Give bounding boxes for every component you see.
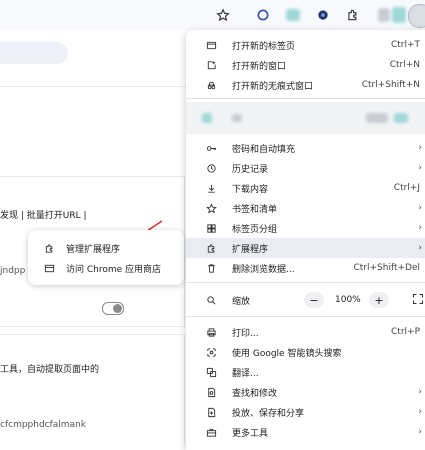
chevron-right-icon: › (418, 427, 422, 437)
key-icon (204, 141, 218, 155)
extensions-submenu: 管理扩展程序 访问 Chrome 应用商店 (28, 230, 184, 285)
extension-dark-icon[interactable] (314, 6, 332, 24)
card-border (0, 334, 185, 335)
menu-separator (186, 316, 425, 317)
menu-google-lens[interactable]: 使用 Google 智能镜头搜索 (186, 342, 425, 362)
menu-separator (186, 98, 425, 99)
menu-label: 投放、保存和分享 (232, 408, 305, 419)
menu-new-window[interactable]: 打开新的窗口 Ctrl+N (186, 55, 425, 75)
blurred-toolbar-item (392, 7, 406, 23)
card-text: 发现 | 批量打开URL | (0, 211, 87, 221)
card-border (0, 326, 185, 327)
menu-translate[interactable]: 翻译... (186, 362, 425, 382)
tab-groups-icon (204, 221, 218, 235)
file-share-icon (204, 405, 218, 419)
menu-new-tab[interactable]: 打开新的标签页 Ctrl+T (186, 35, 425, 55)
chevron-right-icon: › (418, 143, 422, 153)
menu-extensions[interactable]: 扩展程序 › (186, 238, 425, 258)
menu-downloads[interactable]: 下载内容 Ctrl+J (186, 178, 425, 198)
extension-blurred-icon[interactable] (286, 9, 300, 21)
store-icon (42, 261, 56, 275)
zoom-level: 100% (335, 295, 361, 305)
card-text: cfcmpphdcfalmank (0, 420, 87, 430)
zoom-icon (204, 293, 218, 307)
menu-passwords[interactable]: 密码和自动填充 › (186, 138, 425, 158)
incognito-icon (204, 78, 218, 92)
toggle-switch[interactable] (102, 302, 124, 315)
search-bar[interactable] (0, 42, 68, 64)
menu-bookmarks[interactable]: 书签和清单 › (186, 198, 425, 218)
divider (0, 86, 190, 87)
menu-cast-save-share[interactable]: 投放、保存和分享 › (186, 402, 425, 422)
menu-shortcut: Ctrl+J (393, 183, 420, 193)
menu-separator (186, 282, 425, 283)
chevron-right-icon: › (418, 223, 422, 233)
fullscreen-icon[interactable] (412, 293, 425, 307)
manage-extensions-item[interactable]: 管理扩展程序 (28, 238, 184, 258)
chrome-web-store-item[interactable]: 访问 Chrome 应用商店 (28, 258, 184, 278)
menu-label: 使用 Google 智能镜头搜索 (232, 348, 342, 359)
profile-avatar[interactable] (408, 4, 425, 28)
menu-tab-groups[interactable]: 标签页分组 › (186, 218, 425, 238)
menu-shortcut: Ctrl+T (390, 40, 420, 50)
menu-label: 密码和自动填充 (232, 144, 296, 155)
menu-shortcut: Ctrl+P (391, 327, 420, 337)
chevron-right-icon: › (418, 243, 422, 253)
puzzle-icon (42, 241, 56, 255)
chevron-right-icon: › (418, 163, 422, 173)
menu-label: 书签和清单 (232, 204, 278, 215)
find-icon (204, 385, 218, 399)
download-icon (204, 181, 218, 195)
menu-label: 标签页分组 (232, 224, 278, 235)
menu-label: 缩放 (232, 296, 251, 307)
menu-label: 扩展程序 (232, 244, 269, 255)
new-tab-icon (204, 38, 218, 52)
card-border (184, 176, 185, 326)
card-border (184, 334, 185, 444)
zoom-out-button[interactable]: − (304, 292, 324, 308)
menu-shortcut: Ctrl+N (389, 60, 420, 70)
manage-extensions-label: 管理扩展程序 (66, 244, 121, 255)
browser-toolbar (0, 0, 425, 30)
chevron-right-icon: › (418, 387, 422, 397)
chevron-right-icon: › (418, 407, 422, 417)
star-icon (204, 201, 218, 215)
puzzle-icon[interactable] (344, 6, 362, 24)
menu-clear-browsing-data[interactable]: 删除浏览数据... Ctrl+Shift+Del (186, 258, 425, 278)
menu-label: 历史记录 (232, 164, 269, 175)
menu-print[interactable]: 打印... Ctrl+P (186, 322, 425, 342)
translate-icon (204, 365, 218, 379)
star-icon[interactable] (214, 6, 232, 24)
menu-more-tools[interactable]: 更多工具 › (186, 422, 425, 442)
card-text: jndpp (0, 266, 26, 276)
menu-label: 查找和修改 (232, 388, 278, 399)
zoom-in-button[interactable]: + (369, 292, 389, 308)
profile-row[interactable] (186, 102, 425, 134)
menu-shortcut: Ctrl+Shift+Del (353, 263, 420, 273)
menu-find-edit[interactable]: 查找和修改 › (186, 382, 425, 402)
trash-icon (204, 261, 218, 275)
menu-label: 更多工具 (232, 428, 269, 439)
chevron-right-icon: › (418, 203, 422, 213)
lens-icon (204, 345, 218, 359)
print-icon (204, 325, 218, 339)
new-window-icon (204, 58, 218, 72)
card-text: 工具，自动提取页面中的 (0, 365, 100, 375)
chrome-web-store-label: 访问 Chrome 应用商店 (66, 264, 162, 275)
extension-circle-icon[interactable] (254, 6, 272, 24)
puzzle-icon (204, 241, 218, 255)
menu-shortcut: Ctrl+Shift+N (361, 80, 420, 90)
chrome-main-menu: 打开新的标签页 Ctrl+T 打开新的窗口 Ctrl+N 打开新的无痕式窗口 C… (186, 30, 425, 450)
menu-incognito[interactable]: 打开新的无痕式窗口 Ctrl+Shift+N (186, 75, 425, 95)
blurred-toolbar-item (378, 8, 390, 22)
history-icon (204, 161, 218, 175)
menu-label: 翻译... (232, 368, 259, 379)
toolbox-icon (204, 425, 218, 439)
card-border (0, 176, 185, 177)
menu-history[interactable]: 历史记录 › (186, 158, 425, 178)
